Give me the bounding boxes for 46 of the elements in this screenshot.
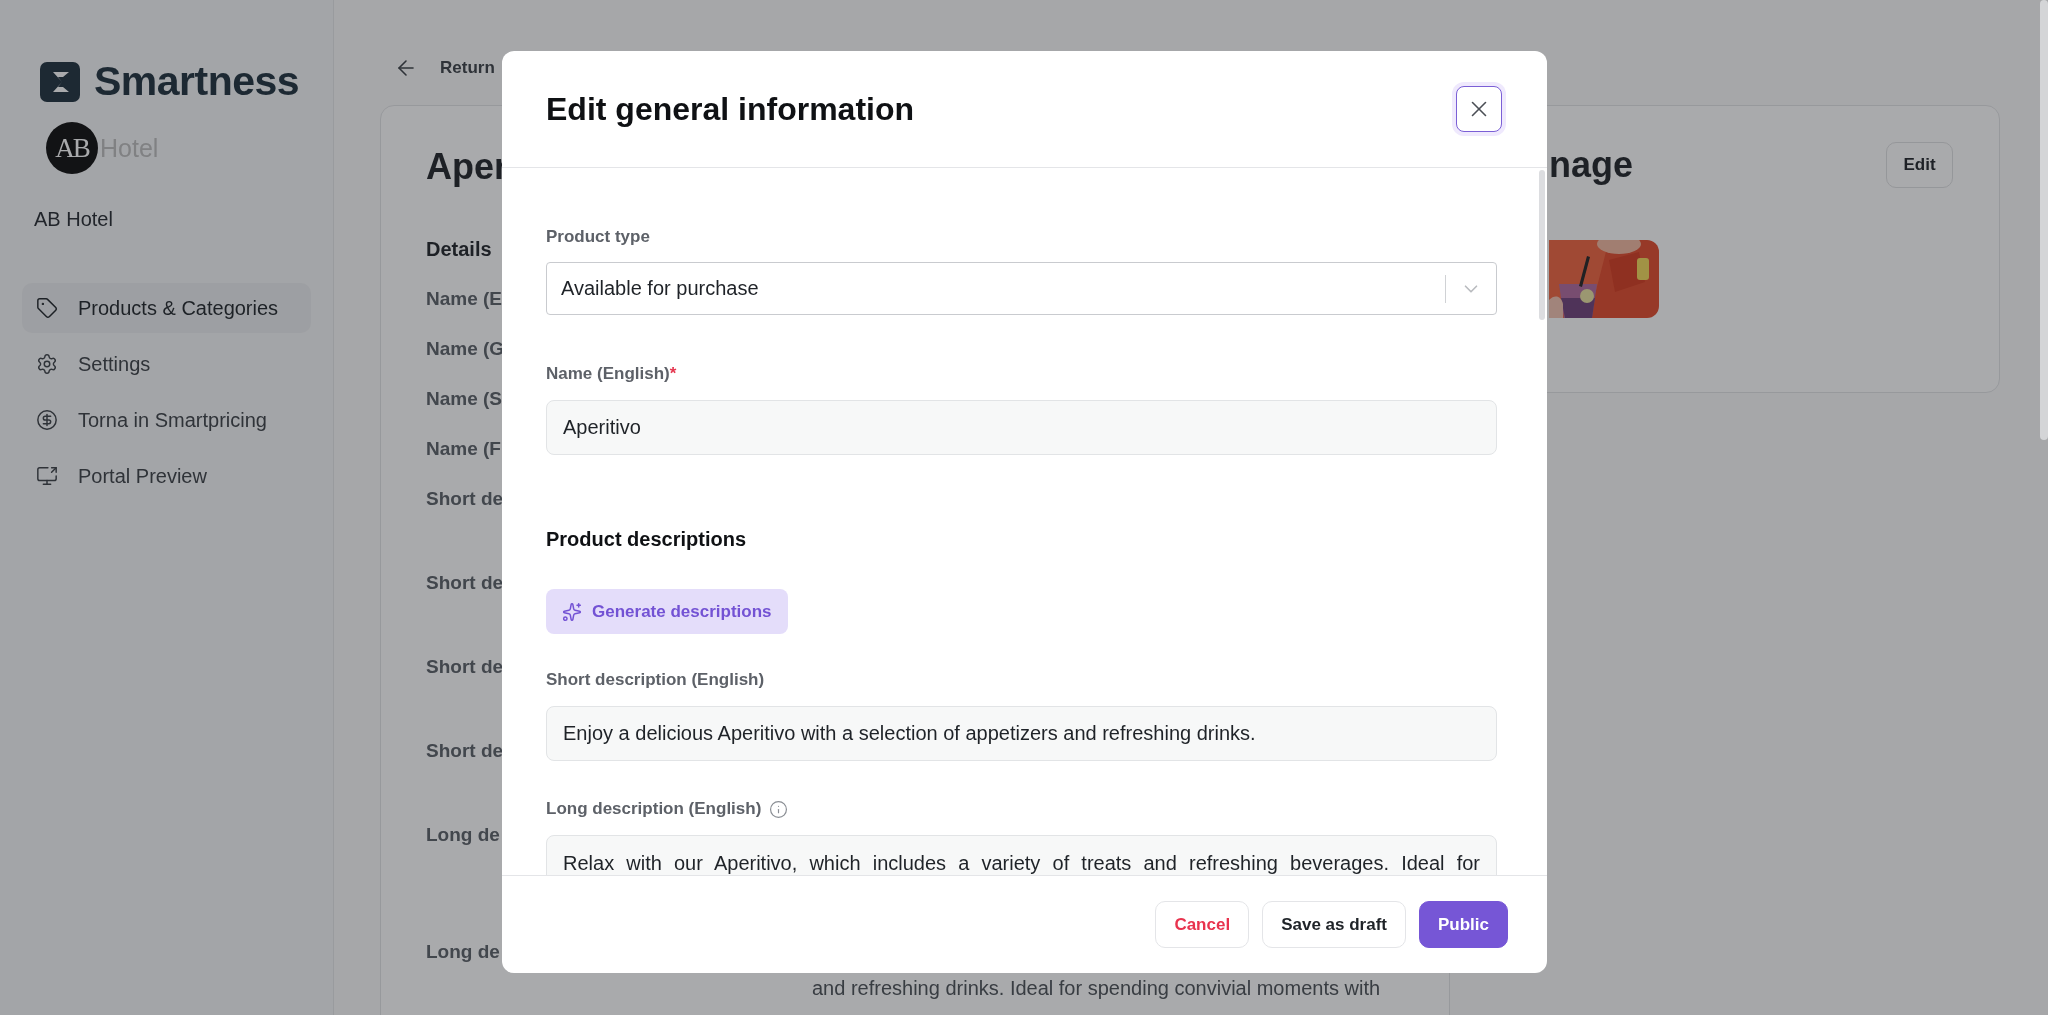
short-description-field[interactable]: Enjoy a delicious Aperitivo with a selection of appetizers and refreshing drinks. — [546, 706, 1497, 761]
scrollbar[interactable] — [2040, 0, 2048, 440]
field-label: Long de — [426, 940, 500, 964]
field-label: Product type — [546, 226, 651, 248]
sidebar-item[interactable]: Portal Preview — [22, 451, 311, 501]
card-title: nage — [1549, 144, 1634, 186]
tag-icon — [36, 297, 58, 319]
field-label: Short de — [426, 571, 504, 595]
section-title: Product descriptions — [546, 527, 748, 551]
field-value: and refreshing drinks. Ideal for spending convivial moments with — [812, 977, 1381, 1000]
long-description-field[interactable]: Relax with our Aperitivo, which includes a variety of treats and refreshing beverages. Ideal for — [546, 835, 1497, 875]
field-label: Short de — [426, 487, 504, 511]
modal-title: Edit general information — [546, 90, 915, 128]
back-link[interactable]: Return — [394, 44, 2048, 92]
field-label: Name (F — [426, 437, 501, 461]
name-field[interactable]: Aperitivo — [546, 400, 1497, 455]
field-label: Short de — [426, 739, 504, 763]
field-label: Name (English)* — [546, 363, 678, 385]
save-draft-button[interactable]: Save as draft — [1262, 901, 1406, 948]
field-label: Short de — [426, 655, 504, 679]
generate-descriptions-button[interactable]: Generate descriptions — [546, 589, 788, 634]
field-label: Name (G — [426, 337, 505, 361]
edit-button[interactable]: Edit — [1886, 142, 1953, 188]
info-icon[interactable] — [769, 799, 789, 819]
gear-icon — [36, 353, 58, 375]
monitor-icon — [36, 465, 58, 487]
sparkles-icon — [562, 601, 582, 622]
hotel-name: AB Hotel — [34, 208, 114, 231]
product-type-select[interactable]: Available for purchase — [546, 262, 1497, 315]
section-title: Details — [426, 237, 492, 262]
hotel-logo: AB — [46, 122, 98, 174]
scrollbar[interactable] — [1539, 170, 1545, 320]
field-label: Name (S — [426, 387, 503, 411]
field-label: Name (E — [426, 287, 503, 311]
publish-button[interactable]: Public — [1419, 901, 1508, 948]
card-title: Aper — [426, 146, 510, 188]
dollar-coin-icon — [36, 409, 58, 431]
field-label: Long description (English) — [546, 798, 762, 820]
sidebar-item[interactable]: Torna in Smartpricing — [22, 395, 311, 445]
cancel-button[interactable]: Cancel — [1155, 901, 1250, 948]
field-label: Short description (English) — [546, 669, 766, 691]
field-label: Long de — [426, 823, 500, 847]
logo-icon — [40, 61, 80, 102]
brand-name: Smartness — [94, 58, 300, 105]
sidebar-item[interactable]: Products & Categories — [22, 283, 311, 333]
sidebar-item[interactable]: Settings — [22, 339, 311, 389]
